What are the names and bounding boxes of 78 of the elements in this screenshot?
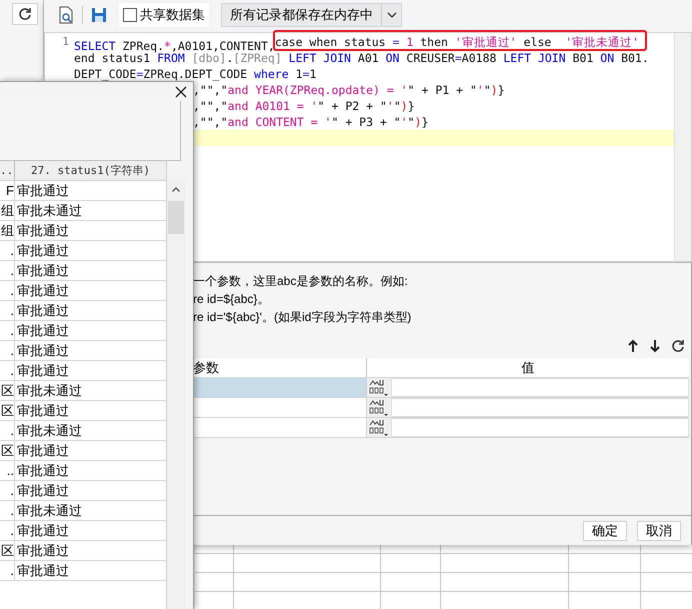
table-cell-text: 审批通过 bbox=[16, 302, 70, 320]
preview-icon[interactable] bbox=[58, 6, 74, 24]
table-cell-text: 审批通过 bbox=[16, 402, 70, 420]
table-cell-text: 审批未通过 bbox=[16, 382, 83, 400]
table-cell: . bbox=[0, 301, 15, 320]
code-line: DEPT_CODE=ZPReq.DEPT_CODE where 1=1 bbox=[74, 67, 316, 81]
value-field[interactable] bbox=[391, 418, 689, 437]
table-cell-text: 审批通过 bbox=[16, 522, 70, 540]
table-cell: . bbox=[0, 321, 15, 340]
table-cell: F bbox=[0, 181, 15, 200]
share-dataset-checkbox[interactable]: 共享数据集 bbox=[119, 3, 209, 27]
table-cell-text: 审批通过 bbox=[16, 262, 70, 280]
table-cell-text: 审批未通过 bbox=[16, 202, 83, 220]
help-text: re id='${abc}'。(如果id字段为字符串类型) bbox=[193, 309, 412, 326]
dialog-button[interactable]: 确定 bbox=[583, 520, 627, 540]
table-cell-text: 审批通过 bbox=[16, 482, 70, 500]
refresh-button[interactable] bbox=[12, 3, 38, 25]
code-line: ,"","and A0101 = '" + P2 + "'")} bbox=[193, 99, 415, 113]
table-cell: . bbox=[0, 241, 15, 260]
table-cell-text: 审批通过 bbox=[16, 182, 70, 200]
table-cell-text: 审批通过 bbox=[16, 442, 70, 460]
scrollbar[interactable] bbox=[674, 33, 691, 261]
highlighted-code: case when status = 1 then '审批通过' else '审批未通过' bbox=[272, 30, 648, 51]
parameter-cell[interactable] bbox=[193, 378, 367, 397]
table-cell-text: 审批通过 bbox=[16, 242, 70, 260]
table-cell: .. bbox=[0, 461, 15, 480]
table-cell: . bbox=[0, 421, 15, 440]
table-cell: 区 bbox=[0, 441, 15, 460]
table-cell: . bbox=[0, 261, 15, 280]
arrow-up-icon[interactable] bbox=[627, 339, 639, 353]
table-cell-text: 审批通过 bbox=[16, 322, 70, 340]
table-cell-text: 审批通过 bbox=[16, 222, 70, 240]
table-cell: . bbox=[0, 281, 15, 300]
column-header: 27. status1(字符串) bbox=[30, 163, 152, 179]
table-cell: 区 bbox=[0, 381, 15, 400]
refresh-icon bbox=[18, 7, 32, 21]
line-number: 1 bbox=[62, 35, 69, 48]
refresh-icon[interactable] bbox=[671, 339, 685, 353]
code-line: ,"","and YEAR(ZPReq.opdate) = '" + P1 + "'")} bbox=[193, 83, 505, 97]
type-icon[interactable] bbox=[369, 418, 389, 436]
value-field[interactable] bbox=[391, 398, 689, 417]
code-line: ,"","and CONTENT = '" + P3 + "'")} bbox=[193, 115, 428, 129]
type-icon[interactable] bbox=[369, 378, 389, 396]
scrollbar[interactable] bbox=[167, 181, 185, 609]
table-cell-text: 审批通过 bbox=[16, 282, 70, 300]
table-cell: 区 bbox=[0, 401, 15, 420]
table-cell: 组 bbox=[0, 221, 15, 240]
value-field[interactable] bbox=[391, 378, 689, 397]
help-text: re id=${abc}。 bbox=[193, 291, 270, 308]
code-line: end status1 FROM [dbo].[ZPReq] LEFT JOIN A01 ON CREUSER=A0188 LEFT JOIN B01 ON B01. bbox=[74, 51, 649, 65]
scrollbar-thumb[interactable] bbox=[168, 201, 184, 234]
table-cell-text: 审批通过 bbox=[16, 462, 70, 480]
dialog-button[interactable]: 取消 bbox=[637, 520, 681, 540]
table-cell: 组 bbox=[0, 201, 15, 220]
table-cell: . bbox=[0, 481, 15, 500]
table-cell: 区 bbox=[0, 541, 15, 560]
table-cell-text: 审批未通过 bbox=[16, 502, 83, 520]
column-header: 值 bbox=[520, 359, 536, 377]
table-cell: . bbox=[0, 361, 15, 380]
table-cell: . bbox=[0, 521, 15, 540]
table-cell-text: 审批未通过 bbox=[16, 422, 83, 440]
code-line: SELECT ZPReq.*,A0101,CONTENT, bbox=[74, 39, 275, 53]
type-icon[interactable] bbox=[369, 398, 389, 416]
close-icon[interactable] bbox=[175, 86, 187, 98]
save-icon[interactable] bbox=[91, 7, 107, 23]
chevron-up-icon bbox=[172, 187, 180, 192]
table-cell-text: 审批通过 bbox=[16, 542, 70, 560]
chevron-down-icon bbox=[386, 12, 396, 18]
table-cell-text: 审批通过 bbox=[16, 342, 70, 360]
help-text: 一个参数，这里abc是参数的名称。例如: bbox=[193, 273, 409, 290]
table-cell-text: 审批通过 bbox=[16, 562, 70, 580]
table-cell-text: 审批通过 bbox=[16, 362, 70, 380]
table-cell: . bbox=[0, 561, 15, 580]
column-header: .. bbox=[0, 161, 15, 180]
table-cell: . bbox=[0, 341, 15, 360]
table-cell: . bbox=[0, 501, 15, 520]
arrow-down-icon[interactable] bbox=[649, 339, 661, 353]
storage-mode-dropdown[interactable]: 所有记录都保存在内存中 bbox=[221, 3, 402, 27]
